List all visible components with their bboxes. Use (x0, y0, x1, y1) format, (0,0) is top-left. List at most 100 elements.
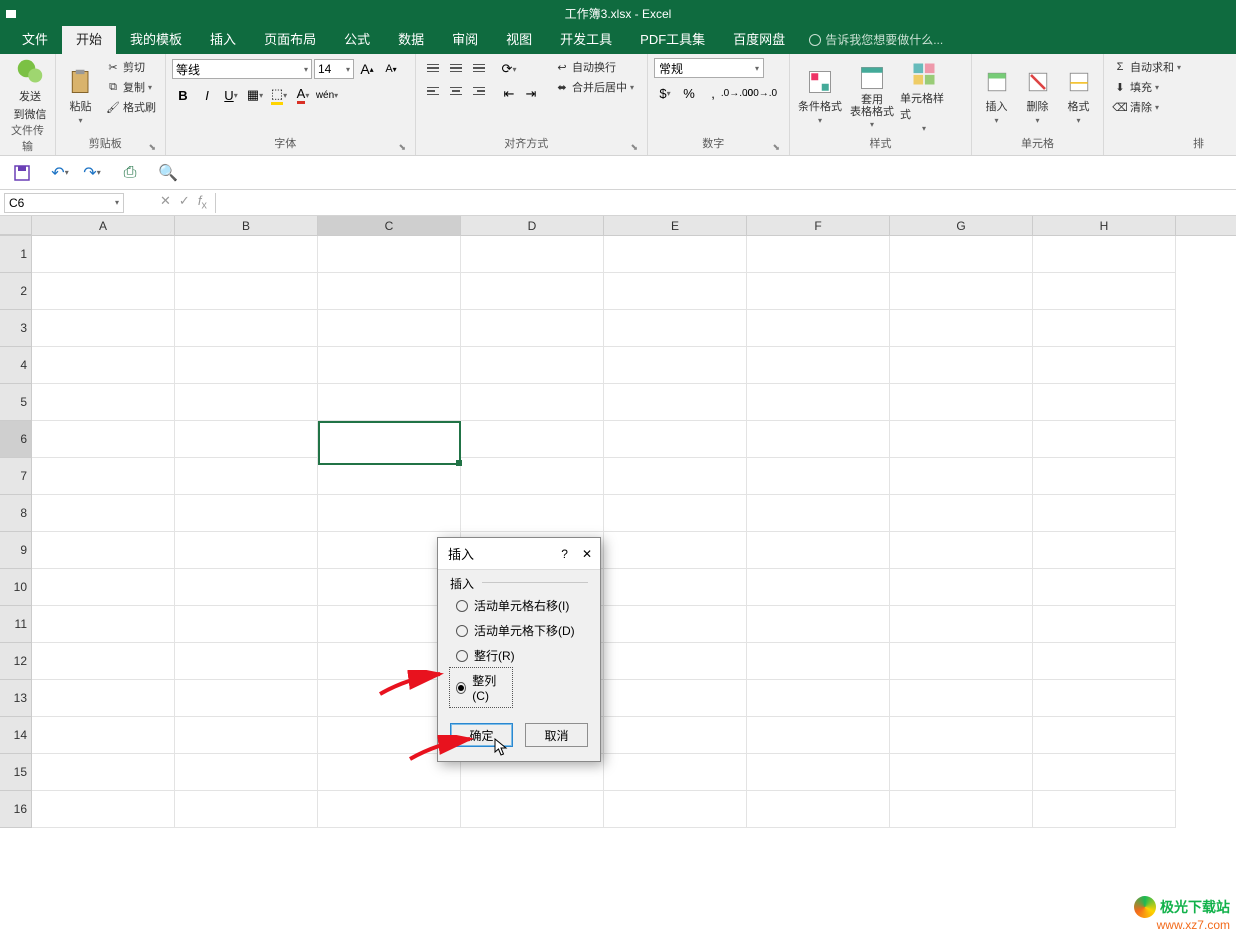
cell[interactable] (175, 791, 318, 828)
cell[interactable] (1033, 791, 1176, 828)
cell[interactable] (1033, 643, 1176, 680)
cell[interactable] (1033, 384, 1176, 421)
cell[interactable] (890, 791, 1033, 828)
cell[interactable] (1033, 421, 1176, 458)
cell[interactable] (318, 347, 461, 384)
cell[interactable] (175, 495, 318, 532)
row-header[interactable]: 15 (0, 754, 32, 791)
row-header[interactable]: 12 (0, 643, 32, 680)
underline-button[interactable]: U▾ (220, 84, 242, 106)
cell[interactable] (890, 569, 1033, 606)
cell[interactable] (747, 495, 890, 532)
cell[interactable] (461, 384, 604, 421)
cut-button[interactable]: ✂剪切 (103, 58, 159, 76)
cell[interactable] (890, 458, 1033, 495)
dialog-launcher-icon[interactable]: ⬊ (772, 142, 783, 153)
cell[interactable] (604, 347, 747, 384)
cell-styles-button[interactable]: 单元格样式▾ (900, 58, 948, 135)
cell[interactable] (604, 569, 747, 606)
tab-view[interactable]: 视图 (492, 23, 546, 54)
cell[interactable] (604, 310, 747, 347)
cell[interactable] (461, 236, 604, 273)
dialog-launcher-icon[interactable]: ⬊ (630, 142, 641, 153)
cell[interactable] (318, 310, 461, 347)
cell[interactable] (461, 458, 604, 495)
cell[interactable] (1033, 532, 1176, 569)
cell[interactable] (604, 606, 747, 643)
cell[interactable] (1033, 347, 1176, 384)
tab-dev[interactable]: 开发工具 (546, 23, 626, 54)
copy-button[interactable]: ⧉复制▾ (103, 78, 159, 96)
cell[interactable] (1033, 606, 1176, 643)
print-preview-button[interactable]: ⎙ (118, 161, 142, 185)
column-header[interactable]: C (318, 216, 461, 235)
dialog-launcher-icon[interactable]: ⬊ (398, 142, 409, 153)
cell[interactable] (318, 495, 461, 532)
cell[interactable] (461, 495, 604, 532)
row-header[interactable]: 6 (0, 421, 32, 458)
delete-cells-button[interactable]: 删除▾ (1019, 58, 1056, 135)
orientation-button[interactable]: ⟳▾ (498, 58, 520, 80)
font-name-combo[interactable]: 等线▾ (172, 59, 312, 79)
cell[interactable] (604, 421, 747, 458)
cell[interactable] (32, 532, 175, 569)
cell[interactable] (890, 384, 1033, 421)
tab-file[interactable]: 文件 (8, 23, 62, 54)
column-header[interactable]: A (32, 216, 175, 235)
cell[interactable] (318, 421, 461, 458)
row-header[interactable]: 1 (0, 236, 32, 273)
cell[interactable] (32, 236, 175, 273)
fill-button[interactable]: ⬇填充▾ (1110, 78, 1206, 96)
fx-button[interactable]: fx (198, 193, 207, 212)
column-header[interactable]: F (747, 216, 890, 235)
cell[interactable] (1033, 569, 1176, 606)
send-to-wechat-button[interactable]: 发送 到微信 (6, 58, 54, 122)
column-header[interactable]: B (175, 216, 318, 235)
align-left-button[interactable] (422, 81, 444, 101)
cell[interactable] (1033, 273, 1176, 310)
cell[interactable] (747, 273, 890, 310)
cell[interactable] (747, 569, 890, 606)
cell[interactable] (747, 384, 890, 421)
dialog-help-button[interactable]: ? (561, 547, 568, 561)
tab-home[interactable]: 开始 (62, 23, 116, 54)
cell[interactable] (747, 421, 890, 458)
cell[interactable] (890, 717, 1033, 754)
cell[interactable] (1033, 495, 1176, 532)
cell[interactable] (747, 643, 890, 680)
row-header[interactable]: 5 (0, 384, 32, 421)
dialog-launcher-icon[interactable]: ⬊ (148, 142, 159, 153)
column-header[interactable]: D (461, 216, 604, 235)
cell[interactable] (1033, 680, 1176, 717)
tab-review[interactable]: 审阅 (438, 23, 492, 54)
cell[interactable] (175, 236, 318, 273)
cell[interactable] (604, 495, 747, 532)
cell[interactable] (175, 384, 318, 421)
radio-entire-column[interactable]: 整列(C) (450, 668, 512, 707)
cell[interactable] (318, 791, 461, 828)
row-header[interactable]: 2 (0, 273, 32, 310)
cell[interactable] (175, 310, 318, 347)
increase-indent-button[interactable]: ⇥ (520, 83, 542, 105)
radio-shift-down[interactable]: 活动单元格下移(D) (450, 618, 588, 643)
cell[interactable] (890, 532, 1033, 569)
cell[interactable] (890, 680, 1033, 717)
cell[interactable] (604, 754, 747, 791)
cell[interactable] (1033, 458, 1176, 495)
column-header[interactable]: G (890, 216, 1033, 235)
cell[interactable] (175, 347, 318, 384)
cell[interactable] (32, 421, 175, 458)
cell[interactable] (747, 532, 890, 569)
cell[interactable] (461, 791, 604, 828)
cell[interactable] (32, 347, 175, 384)
cell[interactable] (604, 680, 747, 717)
tab-pdf[interactable]: PDF工具集 (626, 23, 719, 54)
formula-input[interactable] (215, 193, 1236, 213)
cell[interactable] (604, 532, 747, 569)
cell[interactable] (747, 717, 890, 754)
cell[interactable] (890, 273, 1033, 310)
cell[interactable] (32, 384, 175, 421)
align-right-button[interactable] (468, 81, 490, 101)
conditional-format-button[interactable]: 条件格式▾ (796, 58, 844, 135)
cell[interactable] (890, 643, 1033, 680)
